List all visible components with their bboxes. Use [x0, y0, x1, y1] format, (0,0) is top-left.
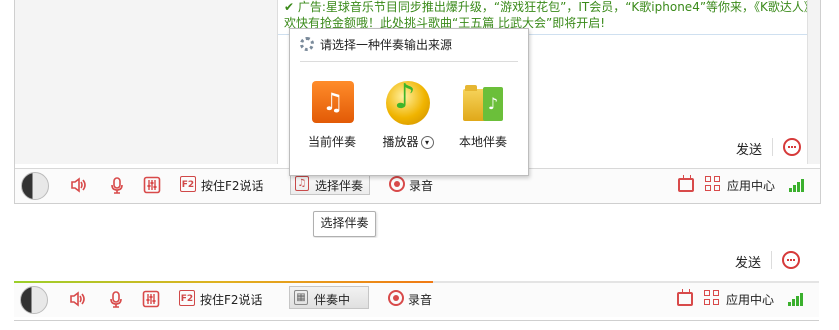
emoji-icon[interactable]: [783, 138, 801, 156]
record-icon[interactable]: [388, 290, 404, 306]
voice-toolbar-bottom: F2 按住F2说话 ▦ 伴奏中 录音 应用中心: [14, 283, 819, 319]
record-label[interactable]: 录音: [408, 291, 432, 308]
chat-scrollbar[interactable]: [807, 0, 820, 164]
mixer-icon[interactable]: [143, 176, 161, 194]
left-column: [15, 0, 278, 164]
option-label: 当前伴奏: [307, 135, 356, 149]
option-player[interactable]: 播放器▾: [378, 77, 438, 161]
tooltip: 选择伴奏: [313, 211, 376, 237]
send-separator: [771, 251, 772, 269]
option-current-accompaniment[interactable]: ♫ 当前伴奏: [302, 81, 362, 161]
chevron-down-icon[interactable]: ▾: [420, 136, 434, 149]
select-accompaniment-label: 选择伴奏: [315, 179, 364, 193]
player-icon: [386, 77, 430, 125]
speaker-icon[interactable]: [70, 176, 88, 194]
option-local-accompaniment[interactable]: ♪ 本地伴奏: [453, 81, 513, 161]
microphone-icon[interactable]: [108, 176, 126, 194]
app-center-label[interactable]: 应用中心: [726, 291, 774, 308]
mixer-icon[interactable]: [142, 290, 160, 308]
accompaniment-source-popup: 请选择一种伴奏输出来源 ♫ 当前伴奏 播放器▾ ♪ 本地伴奏: [289, 28, 529, 176]
app-center-icon[interactable]: [704, 290, 720, 306]
send-separator: [772, 138, 773, 156]
option-label: 本地伴奏: [458, 135, 507, 149]
send-button[interactable]: 发送: [736, 139, 762, 158]
speaker-icon[interactable]: [69, 290, 87, 308]
option-label: 播放器 ▾: [378, 133, 438, 150]
send-button[interactable]: 发送: [735, 252, 761, 271]
current-accompaniment-icon: ♫: [312, 81, 354, 123]
microphone-icon[interactable]: [107, 290, 125, 308]
chat-line-1: ✔ 广告:星球音乐节目同步推出爆升级，“游戏狂花包”，IT会员，“K歌iphon…: [284, 0, 816, 14]
signal-icon: [789, 178, 807, 192]
app-center-label[interactable]: 应用中心: [727, 177, 775, 194]
popup-divider: [300, 61, 518, 62]
avatar[interactable]: [20, 286, 48, 314]
avatar[interactable]: [21, 172, 49, 200]
f2-key-icon: F2: [179, 290, 195, 306]
piano-icon: ▦: [294, 290, 308, 305]
music-note-icon: ♫: [295, 176, 309, 191]
emoji-icon[interactable]: [782, 251, 800, 269]
signal-icon: [788, 292, 806, 306]
accompaniment-playing-label: 伴奏中: [314, 293, 351, 307]
f2-key-icon: F2: [180, 176, 196, 192]
tv-icon[interactable]: [678, 178, 694, 192]
app-center-icon[interactable]: [705, 176, 721, 192]
gear-icon: [300, 37, 314, 51]
record-label[interactable]: 录音: [409, 177, 433, 194]
push-to-talk-label[interactable]: 按住F2说话: [201, 177, 264, 194]
local-accompaniment-icon: ♪: [463, 83, 503, 121]
accompaniment-playing-button[interactable]: ▦ 伴奏中: [289, 286, 369, 309]
popup-title: 请选择一种伴奏输出来源: [320, 38, 453, 52]
push-to-talk-label[interactable]: 按住F2说话: [200, 291, 263, 308]
record-icon[interactable]: [389, 176, 405, 192]
tv-icon[interactable]: [677, 292, 693, 306]
